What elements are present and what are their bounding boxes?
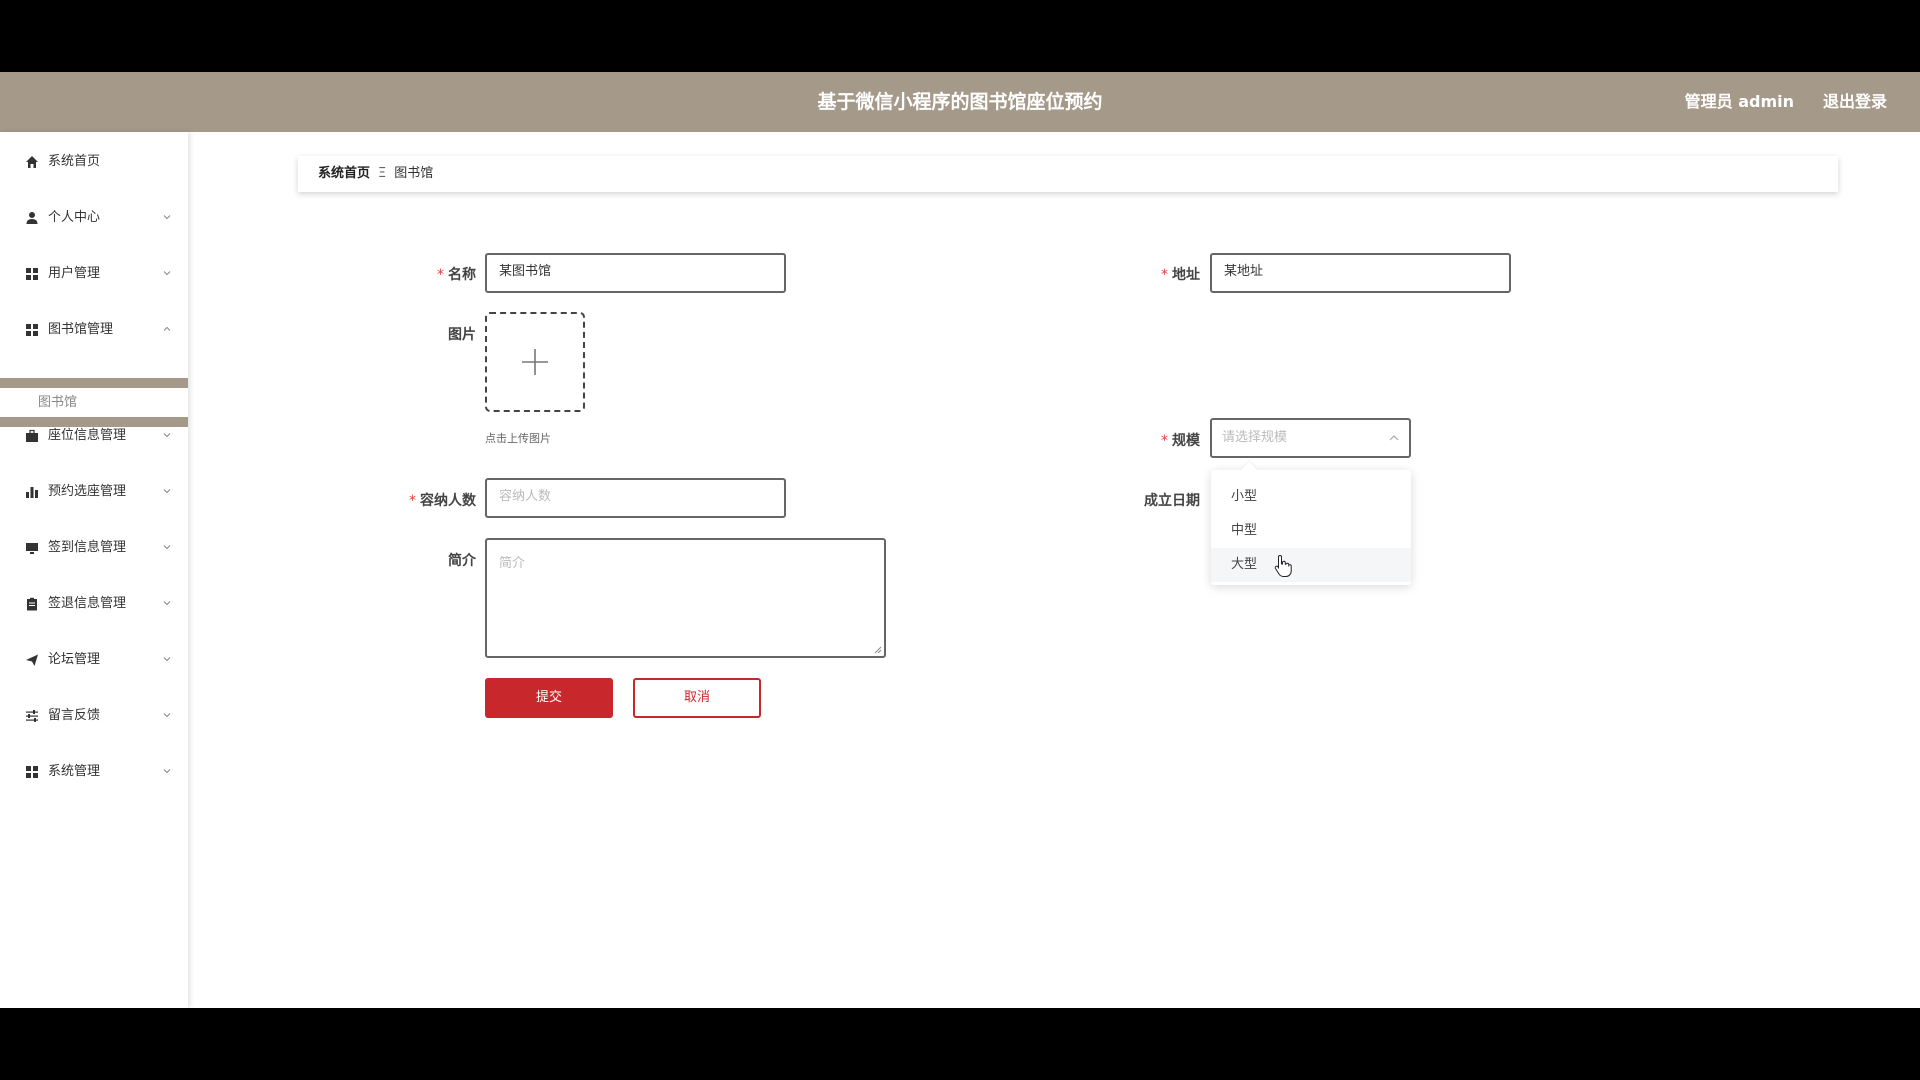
required-mark: *	[409, 493, 416, 509]
required-mark: *	[1161, 433, 1168, 449]
sidebar-subitem-library[interactable]: 图书馆	[0, 388, 188, 417]
chevron-down-icon	[163, 713, 171, 718]
sidebar: 系统首页 个人中心 用户管理 图书馆管理 图书馆 座位信息管理 预约选座管理 签…	[0, 132, 188, 1008]
grid-icon	[26, 766, 38, 778]
resize-handle-icon[interactable]	[874, 646, 882, 654]
sidebar-item-label: 座位信息管理	[48, 428, 127, 443]
cancel-button[interactable]: 取消	[633, 678, 761, 718]
app-title: 基于微信小程序的图书馆座位预约	[817, 91, 1103, 113]
scale-option-large[interactable]: 大型	[1211, 548, 1411, 582]
name-label: * 名称	[437, 267, 476, 283]
sidebar-item-home[interactable]: 系统首页	[0, 142, 188, 182]
submit-button[interactable]: 提交	[485, 678, 613, 718]
sidebar-item-seat-info[interactable]: 座位信息管理	[0, 416, 188, 456]
sidebar-item-label: 预约选座管理	[48, 484, 127, 499]
breadcrumb: 系统首页 Ξ 图书馆	[298, 156, 1838, 192]
bar-chart-icon	[26, 487, 38, 498]
user-icon	[26, 212, 38, 224]
name-input[interactable]: 某图书馆	[485, 253, 786, 293]
chevron-up-icon	[1389, 435, 1399, 441]
briefcase-icon	[26, 429, 38, 442]
grid-icon	[26, 268, 38, 280]
scale-select[interactable]: 请选择规模	[1210, 418, 1411, 458]
required-mark: *	[1161, 267, 1168, 283]
sidebar-item-library-management[interactable]: 图书馆管理	[0, 310, 188, 350]
sidebar-item-feedback[interactable]: 留言反馈	[0, 696, 188, 736]
sidebar-item-users[interactable]: 用户管理	[0, 254, 188, 294]
scale-select-placeholder: 请选择规模	[1222, 430, 1288, 445]
chevron-down-icon	[163, 433, 171, 438]
chevron-down-icon	[163, 489, 171, 494]
monitor-icon	[26, 543, 38, 554]
image-upload-box[interactable]	[485, 312, 585, 412]
admin-user-label: 管理员 admin	[1684, 92, 1794, 111]
chevron-down-icon	[163, 769, 171, 774]
logout-button[interactable]: 退出登录	[1823, 72, 1887, 132]
screen: 基于微信小程序的图书馆座位预约 管理员 admin 退出登录 系统首页 个人中心…	[0, 0, 1920, 1080]
sidebar-item-label: 图书馆管理	[48, 322, 114, 337]
sidebar-item-label: 系统首页	[48, 154, 101, 169]
chevron-up-icon	[163, 326, 171, 331]
address-input[interactable]: 某地址	[1210, 253, 1511, 293]
sidebar-item-forum[interactable]: 论坛管理	[0, 640, 188, 680]
sliders-icon	[26, 710, 38, 722]
address-label: * 地址	[1161, 267, 1200, 283]
capacity-label: * 容纳人数	[409, 493, 476, 509]
breadcrumb-home[interactable]: 系统首页	[318, 166, 370, 181]
sidebar-item-checkin[interactable]: 签到信息管理	[0, 528, 188, 568]
plus-icon	[522, 349, 548, 375]
image-label: 图片	[448, 327, 476, 343]
send-icon	[26, 654, 38, 666]
capacity-input[interactable]: 容纳人数	[485, 478, 786, 518]
chevron-down-icon	[163, 545, 171, 550]
sidebar-item-checkout[interactable]: 签退信息管理	[0, 584, 188, 624]
sidebar-item-label: 用户管理	[48, 266, 101, 281]
breadcrumb-separator: Ξ	[378, 166, 387, 181]
hand-cursor-icon	[1274, 554, 1292, 577]
sidebar-item-system[interactable]: 系统管理	[0, 752, 188, 792]
intro-placeholder: 简介	[499, 556, 526, 571]
established-date-label: 成立日期	[1144, 493, 1200, 509]
chevron-down-icon	[163, 601, 171, 606]
clipboard-icon	[27, 597, 37, 611]
required-mark: *	[437, 267, 444, 283]
grid-icon	[26, 324, 38, 336]
sidebar-item-reservation[interactable]: 预约选座管理	[0, 472, 188, 512]
sidebar-item-label: 签到信息管理	[48, 540, 127, 555]
sidebar-item-label: 论坛管理	[48, 652, 101, 667]
upload-hint: 点击上传图片	[485, 432, 551, 445]
chevron-down-icon	[163, 215, 171, 220]
sidebar-item-label: 留言反馈	[48, 708, 101, 723]
sidebar-item-label: 签退信息管理	[48, 596, 127, 611]
scale-option-medium[interactable]: 中型	[1211, 514, 1411, 548]
intro-label: 简介	[448, 553, 476, 569]
chevron-down-icon	[163, 657, 171, 662]
dropdown-caret	[1240, 461, 1258, 479]
home-icon	[26, 156, 38, 168]
submenu-highlight-bar	[0, 378, 188, 388]
scale-option-small[interactable]: 小型	[1211, 480, 1411, 514]
breadcrumb-current: 图书馆	[394, 166, 434, 181]
sidebar-item-label: 个人中心	[48, 210, 101, 225]
intro-textarea[interactable]: 简介	[485, 538, 886, 658]
top-header: 基于微信小程序的图书馆座位预约 管理员 admin 退出登录	[0, 72, 1920, 132]
sidebar-item-label: 系统管理	[48, 764, 101, 779]
app-window: 基于微信小程序的图书馆座位预约 管理员 admin 退出登录 系统首页 个人中心…	[0, 72, 1920, 1008]
scale-dropdown: 小型 中型 大型	[1211, 461, 1411, 585]
scale-label: * 规模	[1161, 433, 1200, 449]
chevron-down-icon	[163, 271, 171, 276]
sidebar-item-profile[interactable]: 个人中心	[0, 198, 188, 238]
